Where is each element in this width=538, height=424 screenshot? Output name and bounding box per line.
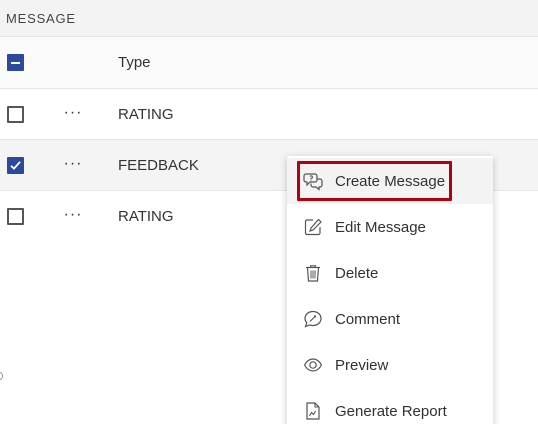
menu-item-label: Generate Report xyxy=(335,403,447,420)
row-type: FEEDBACK xyxy=(118,157,199,174)
row-type: RATING xyxy=(118,106,174,123)
menu-item-preview[interactable]: Preview xyxy=(287,342,493,388)
menu-item-generate-report[interactable]: Generate Report xyxy=(287,388,493,424)
menu-item-edit-message[interactable]: Edit Message xyxy=(287,204,493,250)
more-icon: ··· xyxy=(63,206,83,223)
menu-item-label: Create Message xyxy=(335,173,446,190)
column-header-type[interactable]: Type xyxy=(118,54,151,71)
comment-icon xyxy=(304,310,322,328)
partial-control-edge xyxy=(0,372,3,380)
menu-item-label: Preview xyxy=(335,357,389,374)
row-checkbox[interactable] xyxy=(7,106,24,123)
row-actions-button[interactable]: ··· xyxy=(62,105,84,121)
eye-icon xyxy=(303,358,323,372)
section-header: MESSAGE xyxy=(0,0,538,37)
check-icon xyxy=(10,161,21,170)
create-message-icon xyxy=(303,173,323,191)
menu-item-label: Edit Message xyxy=(335,219,426,236)
menu-item-comment[interactable]: Comment xyxy=(287,296,493,342)
row-actions-button[interactable]: ··· xyxy=(62,207,84,223)
row-context-menu: Create Message Edit Message Delete Comme… xyxy=(287,156,493,424)
row-checkbox[interactable] xyxy=(7,208,24,225)
trash-icon xyxy=(306,265,320,282)
row-actions-button[interactable]: ··· xyxy=(62,156,84,172)
menu-item-delete[interactable]: Delete xyxy=(287,250,493,296)
menu-item-create-message[interactable]: Create Message xyxy=(287,158,493,204)
select-all-checkbox[interactable] xyxy=(7,54,24,71)
more-icon: ··· xyxy=(63,155,83,172)
report-icon xyxy=(306,402,320,420)
edit-icon xyxy=(304,218,322,236)
row-checkbox[interactable] xyxy=(7,157,24,174)
table-row[interactable]: ··· RATING xyxy=(0,89,538,140)
row-type: RATING xyxy=(118,208,174,225)
menu-item-label: Comment xyxy=(335,311,401,328)
menu-item-label: Delete xyxy=(335,265,379,282)
section-title: MESSAGE xyxy=(6,11,76,26)
table-header-row: Type xyxy=(0,37,538,89)
more-icon: ··· xyxy=(63,104,83,121)
